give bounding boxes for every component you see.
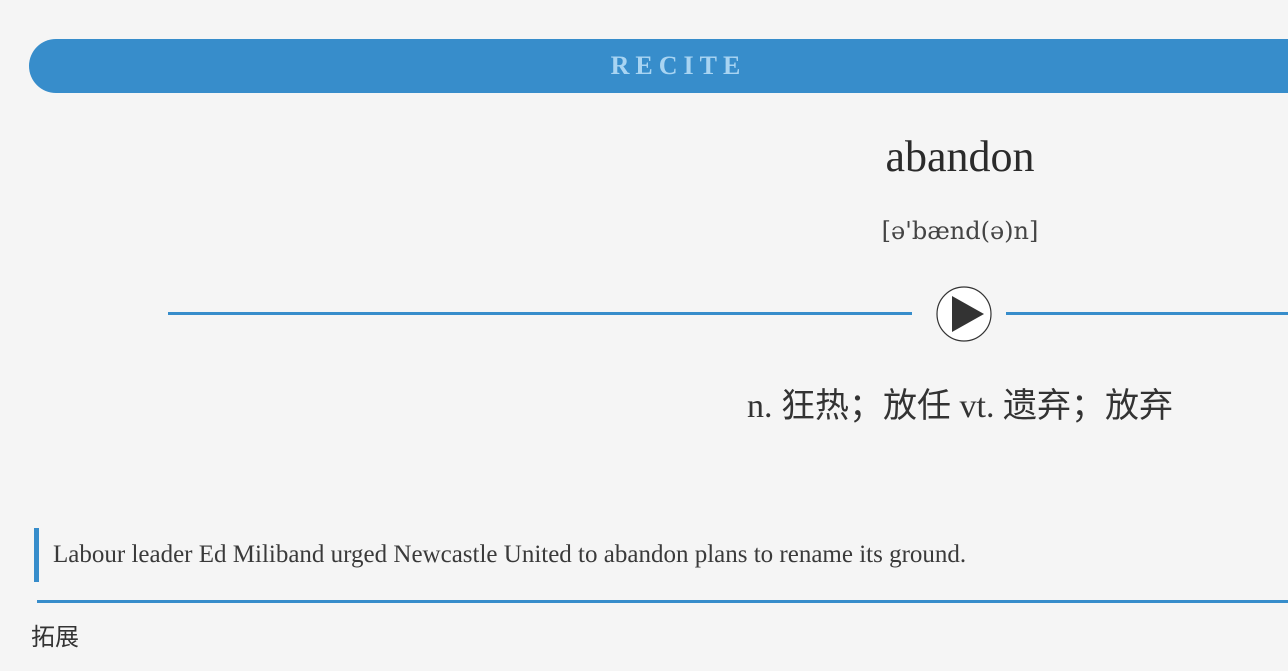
phonetic-text: [ə'bænd(ə)n]: [881, 217, 1039, 245]
example-sentence: Labour leader Ed Miliband urged Newcastl…: [34, 528, 1234, 582]
header-bar: RECITE: [29, 39, 1288, 93]
header-title: RECITE: [610, 51, 747, 80]
expand-section-label[interactable]: 拓展: [31, 620, 79, 654]
definition-text: n. 狂热；放任 vt. 遗弃；放弃: [747, 388, 1173, 425]
example-sentence-text: Labour leader Ed Miliband urged Newcastl…: [53, 541, 967, 568]
play-icon: [936, 286, 992, 342]
word-text: abandon: [885, 132, 1035, 181]
audio-divider-left: [168, 312, 912, 315]
section-divider: [37, 600, 1288, 603]
play-audio-button[interactable]: [936, 286, 992, 342]
audio-divider-right: [1006, 312, 1288, 315]
